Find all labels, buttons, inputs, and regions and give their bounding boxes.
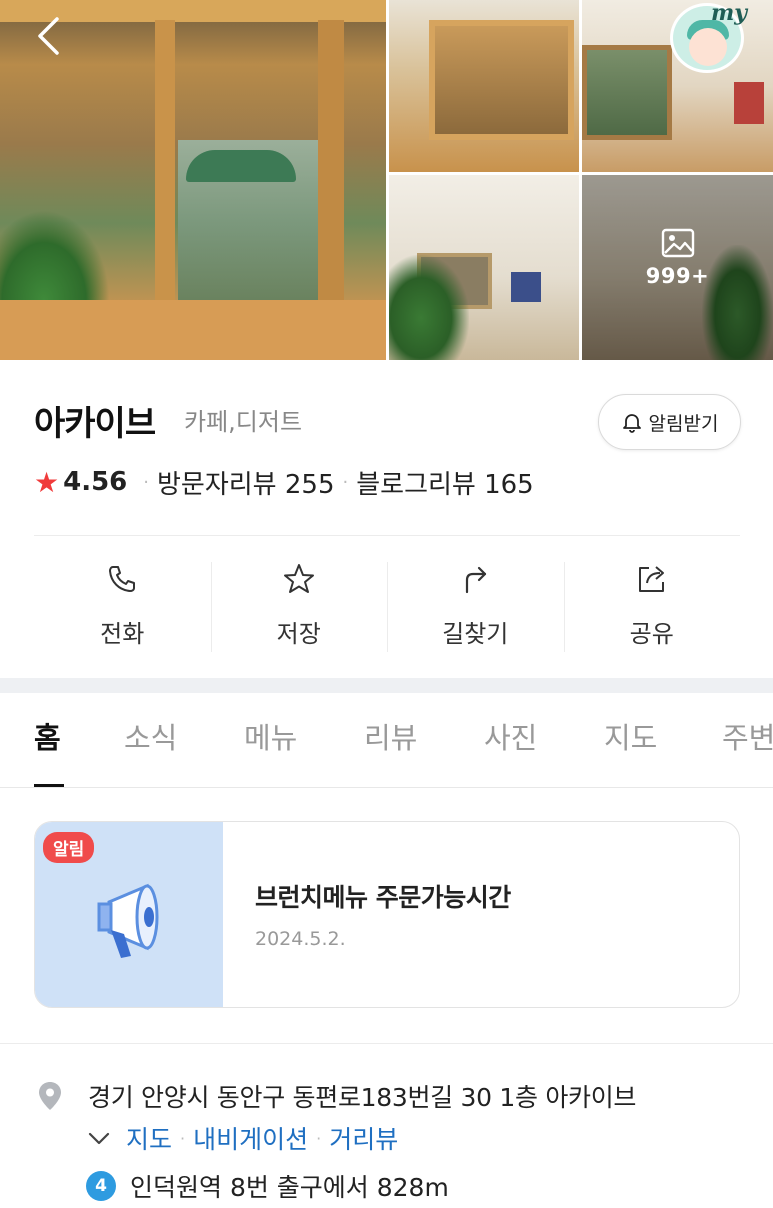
divider xyxy=(0,1043,773,1044)
section-divider xyxy=(0,678,773,693)
directions-button[interactable]: 길찾기 xyxy=(387,560,564,655)
address-text: 경기 안양시 동안구 동편로183번길 30 1층 아카이브 xyxy=(88,1083,637,1112)
rating-row: ★ 4.56 · 방문자리뷰 255 · 블로그리뷰 165 xyxy=(34,464,534,500)
tab-photos[interactable]: 사진 xyxy=(484,715,537,757)
chevron-left-icon xyxy=(38,17,59,55)
star-rating-icon: ★ xyxy=(34,465,60,499)
separator-dot: · xyxy=(180,1128,186,1148)
navigation-link[interactable]: 내비게이션 xyxy=(193,1120,308,1156)
save-label: 저장 xyxy=(276,620,321,648)
separator-dot: · xyxy=(143,471,149,493)
notice-thumbnail: 알림 xyxy=(35,822,223,1007)
my-profile-avatar[interactable]: my xyxy=(670,0,748,73)
tab-nearby[interactable]: 주변 xyxy=(722,715,773,757)
rating-score: 4.56 xyxy=(63,467,128,497)
tab-menu[interactable]: 메뉴 xyxy=(244,715,297,757)
subway-info: 4 인덕원역 8번 출구에서 828m xyxy=(86,1168,449,1204)
call-button[interactable]: 전화 xyxy=(34,560,211,655)
my-label: my xyxy=(711,0,748,26)
tab-map[interactable]: 지도 xyxy=(604,715,657,757)
visitor-reviews-link[interactable]: 방문자리뷰 255 xyxy=(157,464,335,501)
photo-count-overlay[interactable]: 999+ xyxy=(582,228,773,288)
blog-reviews-link[interactable]: 블로그리뷰 165 xyxy=(356,464,534,501)
photo-gallery: 999+ my xyxy=(0,0,773,360)
star-icon xyxy=(283,564,314,593)
map-link[interactable]: 지도 xyxy=(126,1120,172,1156)
photo-count: 999+ xyxy=(645,264,710,288)
tab-bar: 홈 소식 메뉴 리뷰 사진 지도 주변 xyxy=(0,693,773,788)
share-button[interactable]: 공유 xyxy=(563,560,741,655)
directions-label: 길찾기 xyxy=(442,620,509,648)
chevron-down-icon[interactable] xyxy=(86,1125,112,1151)
megaphone-icon xyxy=(97,883,159,958)
location-pin-icon xyxy=(39,1082,61,1110)
place-category: 카페,디저트 xyxy=(184,408,303,436)
directions-icon xyxy=(466,566,487,594)
place-name: 아카이브 xyxy=(34,404,156,444)
call-label: 전화 xyxy=(100,620,145,648)
phone-icon xyxy=(109,566,136,592)
tab-home[interactable]: 홈 xyxy=(34,715,61,757)
save-button[interactable]: 저장 xyxy=(210,560,388,655)
image-icon xyxy=(661,228,694,258)
tab-news[interactable]: 소식 xyxy=(124,715,177,757)
bell-plus-icon xyxy=(622,414,641,433)
notice-card[interactable]: 알림 브런치메뉴 주문가능시간 2024.5.2. xyxy=(34,821,740,1008)
notice-badge: 알림 xyxy=(43,832,95,863)
notify-button[interactable]: 알림받기 xyxy=(598,394,741,450)
notice-date: 2024.5.2. xyxy=(255,928,346,950)
notice-title: 브런치메뉴 주문가능시간 xyxy=(255,883,511,912)
share-icon xyxy=(638,566,664,592)
photo-thumbnail-3[interactable] xyxy=(389,175,579,360)
address-links: 지도 · 내비게이션 · 거리뷰 xyxy=(86,1120,398,1156)
notify-label: 알림받기 xyxy=(648,412,719,435)
subway-distance: 인덕원역 8번 출구에서 828m xyxy=(130,1173,449,1202)
share-label: 공유 xyxy=(629,620,674,648)
subway-line-badge: 4 xyxy=(86,1171,116,1201)
tab-reviews[interactable]: 리뷰 xyxy=(364,715,417,757)
photo-thumbnail-1[interactable] xyxy=(389,0,579,172)
back-button[interactable] xyxy=(28,14,68,58)
divider xyxy=(34,535,740,536)
separator-dot: · xyxy=(316,1128,322,1148)
street-view-link[interactable]: 거리뷰 xyxy=(329,1120,398,1156)
action-bar: 전화 저장 길찾기 공유 xyxy=(34,560,740,655)
active-tab-indicator xyxy=(34,784,64,787)
separator-dot: · xyxy=(342,471,349,493)
